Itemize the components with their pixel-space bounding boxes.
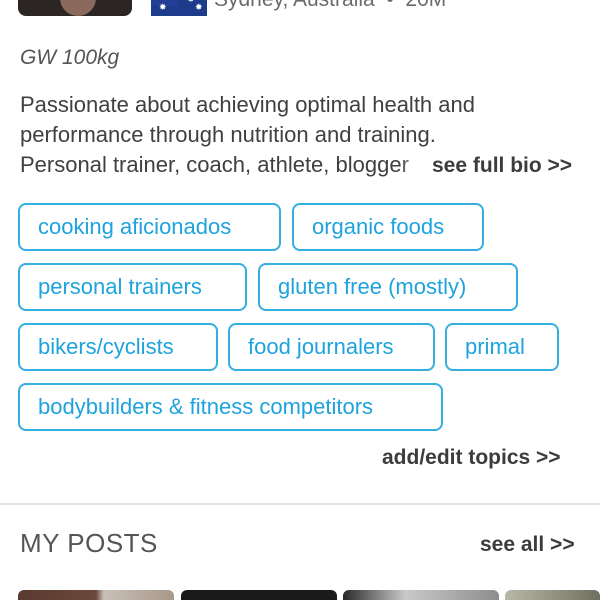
- post-thumbnail[interactable]: [181, 590, 337, 600]
- post-thumbnail[interactable]: [343, 590, 499, 600]
- location-line: Sydney, Australia • 20M: [214, 0, 446, 12]
- my-posts-heading: MY POSTS: [20, 528, 158, 558]
- topic-tag-food-journalers[interactable]: food journalers: [228, 323, 435, 371]
- topic-tag-bikers-cyclists[interactable]: bikers/cyclists: [18, 323, 218, 371]
- post-thumbnail[interactable]: [18, 590, 174, 600]
- weight-goal: GW 100kg: [20, 46, 120, 69]
- topic-tag-organic-foods[interactable]: organic foods: [292, 203, 484, 251]
- bio-line-1: Passionate about achieving optimal healt…: [20, 92, 475, 117]
- topic-tag-bodybuilders[interactable]: bodybuilders & fitness competitors: [18, 383, 443, 431]
- section-divider: [0, 503, 600, 505]
- see-full-bio-link[interactable]: see full bio >>: [432, 154, 572, 178]
- distance-text: 20M: [405, 0, 446, 11]
- see-all-posts-link[interactable]: see all >>: [480, 533, 575, 557]
- add-edit-topics-link[interactable]: add/edit topics >>: [382, 446, 561, 470]
- location-text: Sydney, Australia: [214, 0, 375, 11]
- topic-tag-primal[interactable]: primal: [445, 323, 559, 371]
- bullet-separator: •: [381, 0, 406, 11]
- post-thumbnail[interactable]: [505, 590, 600, 600]
- topic-tag-personal-trainers[interactable]: personal trainers: [18, 263, 247, 311]
- bio-line-3: Personal trainer, coach, athlete, blogge…: [20, 150, 430, 180]
- topic-tag-cooking-aficionados[interactable]: cooking aficionados: [18, 203, 281, 251]
- profile-header: ✸ ✸ ✸ Sydney, Australia • 20M: [0, 0, 600, 20]
- australia-flag-icon: ✸ ✸ ✸: [151, 0, 207, 16]
- avatar[interactable]: [18, 0, 132, 16]
- avatar-photo: [60, 0, 96, 16]
- bio-line-2: performance through nutrition and traini…: [20, 122, 436, 147]
- topic-tag-gluten-free[interactable]: gluten free (mostly): [258, 263, 518, 311]
